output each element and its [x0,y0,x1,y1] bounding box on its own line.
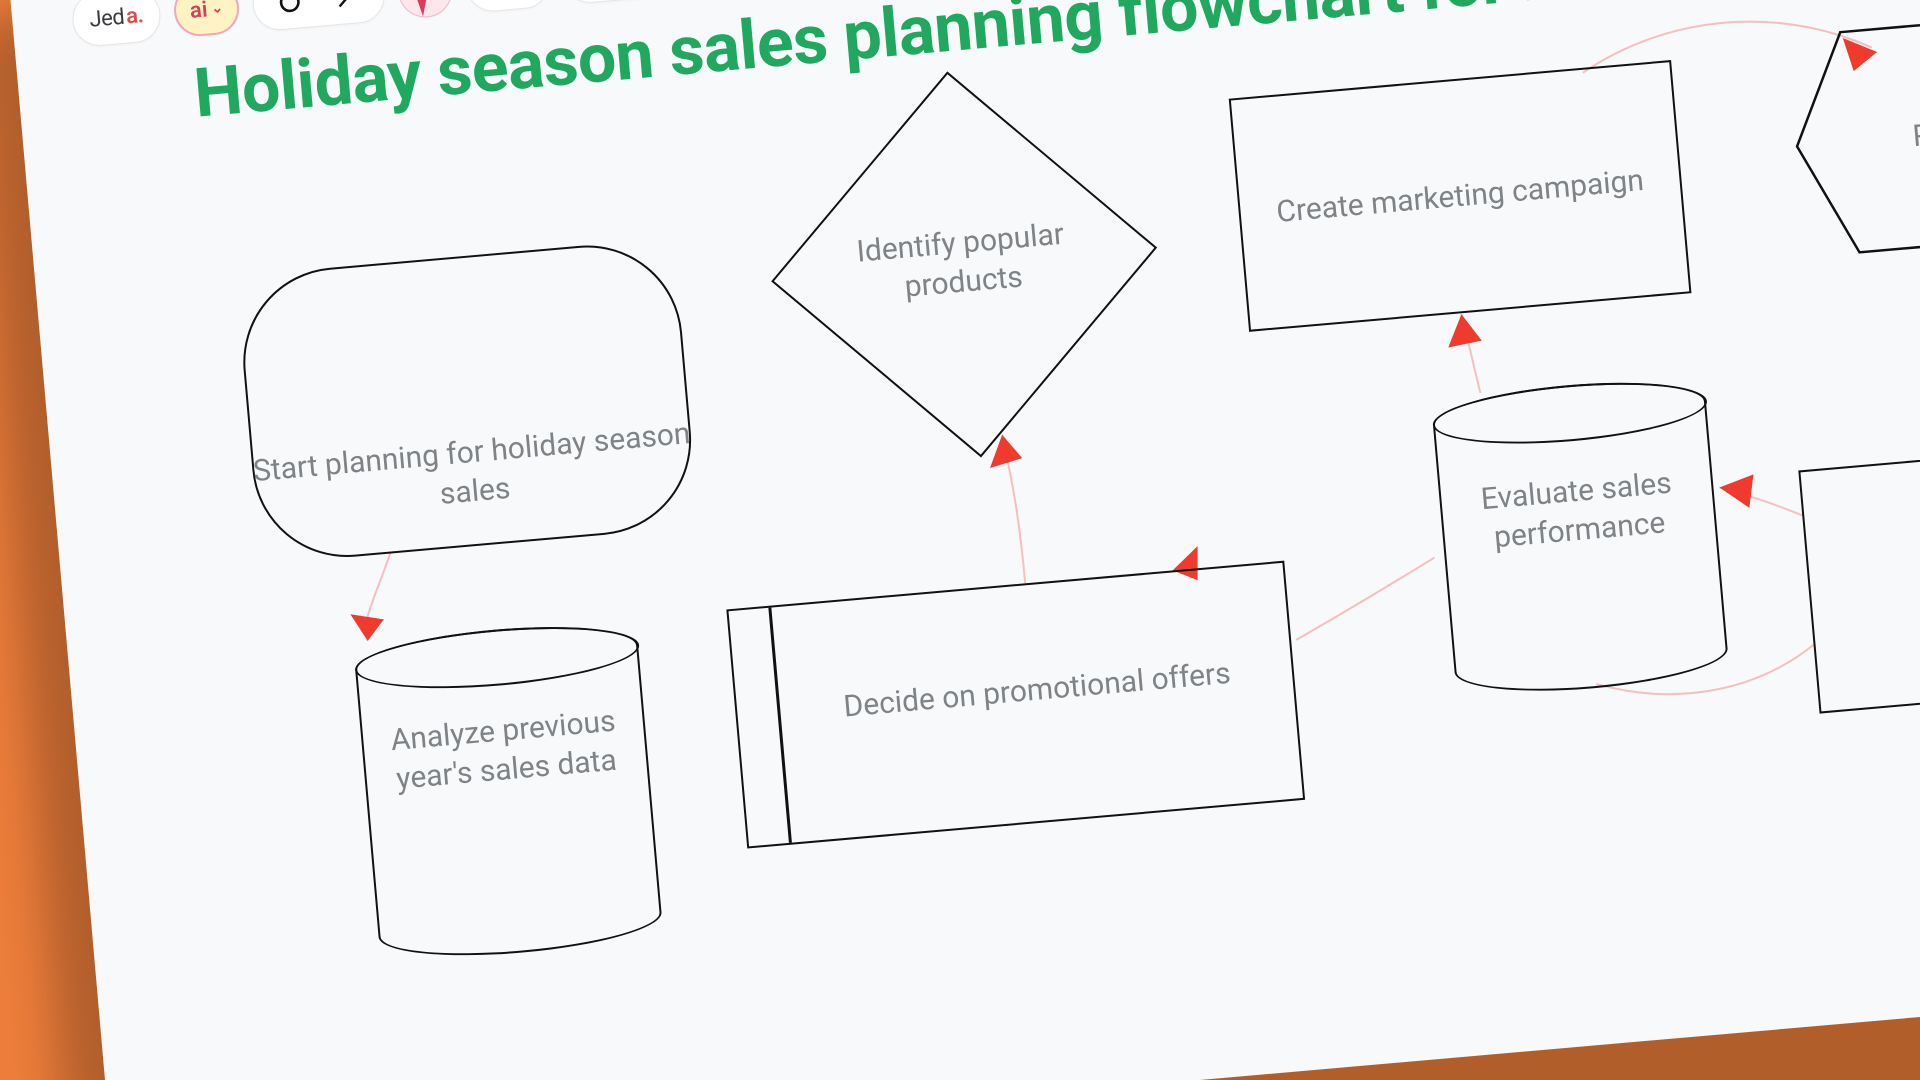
pen-tool[interactable] [326,0,369,19]
node-label: Create marketing campaign [1275,160,1646,231]
node-identify[interactable]: Identify popular products [816,116,1109,409]
cursor-tool[interactable] [396,0,455,20]
node-analyze[interactable]: Analyze previous year's sales data [353,617,664,965]
node-marketing[interactable]: Create marketing campaign [1229,60,1692,332]
node-start[interactable]: Start planning for holiday season sales [235,238,699,565]
whiteboard-panel: Jeda. ai ⌄ [0,0,1920,1080]
logo-accent: a. [125,3,144,29]
ai-menu-button[interactable]: ai ⌄ [172,0,242,38]
circle-tool[interactable] [268,0,311,24]
shape-tools-group [251,0,387,32]
node-evaluate[interactable]: Evaluate sales performance [1431,373,1730,700]
history-group [561,0,691,5]
node-label: Evaluate sales performance [1440,460,1716,561]
logo-text: Jed [88,4,125,32]
node-decide[interactable]: Decide on promotional offers [726,561,1305,849]
app-logo[interactable]: Jeda. [70,0,162,48]
ai-label: ai [189,0,209,23]
app-stage: Jeda. ai ⌄ [0,0,1920,1080]
node-la[interactable]: La [1798,442,1920,713]
node-prepare[interactable]: Prepare [1785,5,1920,259]
node-label: Analyze previous year's sales data [362,699,648,801]
add-shape-menu[interactable]: ⌄ [464,0,552,14]
chevron-down-icon: ⌄ [211,0,224,17]
hexagon-shape [1785,5,1920,259]
